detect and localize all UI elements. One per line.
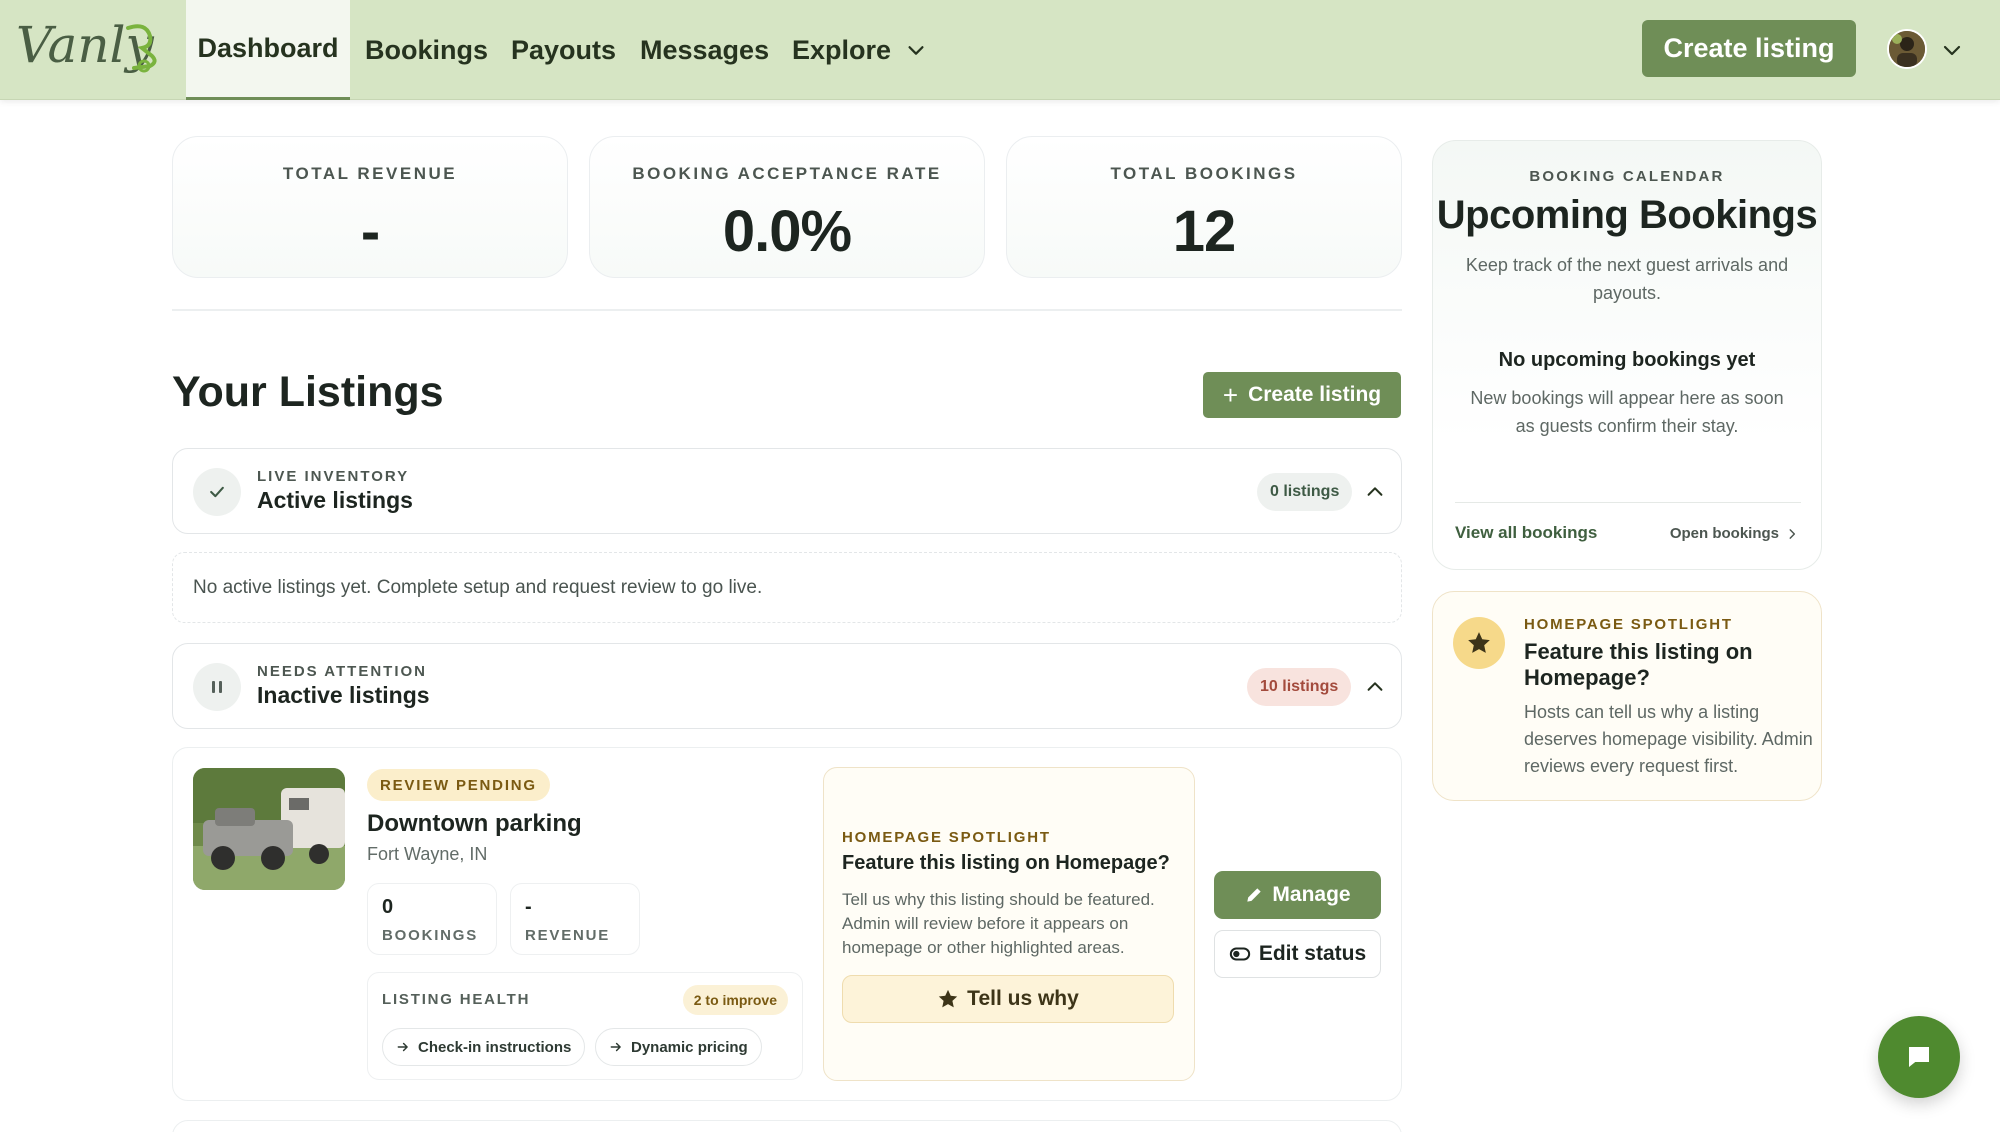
tell-us-why-button[interactable]: Tell us why — [842, 975, 1174, 1023]
tell-us-why-label: Tell us why — [967, 987, 1079, 1010]
top-navigation-bar: Vanly Dashboard Bookings Payouts Message… — [0, 0, 2000, 100]
revenue-value: - — [525, 896, 532, 918]
revenue-label: REVENUE — [525, 927, 611, 944]
nav-bookings-label: Bookings — [365, 34, 489, 65]
nav-explore-dropdown[interactable]: Explore — [792, 0, 927, 100]
calendar-divider — [1455, 502, 1801, 503]
spotlight-description: Hosts can tell us why a listing deserves… — [1524, 702, 1813, 776]
open-bookings-label: Open bookings — [1669, 525, 1779, 542]
review-pending-badge: REVIEW PENDING — [367, 769, 550, 801]
nav-bookings[interactable]: Bookings — [365, 0, 488, 100]
create-listing-label: Create listing — [1248, 383, 1382, 406]
listing-title[interactable]: Downtown parking — [367, 810, 582, 838]
stat-label: BOOKING ACCEPTANCE RATE — [632, 164, 942, 183]
chevron-down-icon — [908, 46, 924, 55]
no-bookings-title: No upcoming bookings yet — [1498, 349, 1756, 371]
manage-label: Manage — [1272, 883, 1351, 906]
plus-icon: + — [1222, 380, 1239, 410]
listing-health-panel: LISTING HEALTH 2 to improve Check-in ins… — [367, 972, 803, 1080]
view-all-bookings-link[interactable]: View all bookings — [1455, 523, 1597, 543]
listing-card: REVIEW PENDING Downtown parking Fort Way… — [172, 747, 1402, 1101]
group-kicker: LIVE INVENTORY — [257, 468, 410, 485]
create-listing-header-button[interactable]: Create listing — [1642, 20, 1856, 77]
next-listing-card-edge — [172, 1120, 1402, 1132]
listing-health-label: LISTING HEALTH — [382, 991, 531, 1008]
spotlight-kicker: HOMEPAGE SPOTLIGHT — [1524, 616, 1733, 633]
star-icon — [1453, 617, 1505, 669]
stat-label: TOTAL BOOKINGS — [1110, 164, 1298, 183]
chevron-up-icon[interactable] — [1364, 481, 1386, 503]
bookings-metric: 0 BOOKINGS — [367, 883, 497, 955]
stat-card-total-bookings: TOTAL BOOKINGS 12 — [1006, 136, 1402, 278]
spotlight-title: Feature this listing on Homepage? — [842, 852, 1170, 874]
stat-value: 0.0% — [722, 199, 852, 264]
homepage-spotlight-card: HOMEPAGE SPOTLIGHT Feature this listing … — [823, 767, 1195, 1081]
pencil-icon — [1247, 888, 1262, 902]
nav-payouts[interactable]: Payouts — [511, 0, 616, 100]
active-listings-group[interactable]: LIVE INVENTORY Active listings 0 listing… — [172, 448, 1402, 534]
no-bookings-description: New bookings will appear here as soon as… — [1470, 388, 1784, 436]
homepage-spotlight-sidebar-card: HOMEPAGE SPOTLIGHT Feature this listing … — [1432, 591, 1822, 801]
star-icon — [939, 989, 958, 1008]
create-listing-header-label: Create listing — [1663, 33, 1835, 63]
stat-card-acceptance-rate: BOOKING ACCEPTANCE RATE 0.0% — [589, 136, 985, 278]
toggle-icon — [1229, 947, 1250, 961]
nav-explore-label: Explore — [792, 34, 892, 65]
account-chevron-down-icon[interactable] — [1940, 38, 1964, 62]
user-avatar[interactable] — [1887, 29, 1927, 69]
stat-card-total-revenue: TOTAL REVENUE - — [172, 136, 568, 278]
listing-count-badge: 10 listings — [1247, 668, 1352, 706]
open-bookings-link[interactable]: Open bookings — [1670, 525, 1799, 542]
check-icon — [193, 468, 241, 516]
vanly-logo[interactable]: Vanly — [16, 14, 176, 84]
listing-count-badge: 0 listings — [1257, 473, 1353, 511]
manage-button[interactable]: Manage — [1214, 871, 1381, 919]
section-divider — [172, 309, 1402, 311]
chat-support-button[interactable] — [1878, 1016, 1960, 1098]
improve-count-badge: 2 to improve — [682, 985, 788, 1015]
improvement-chip-check-in[interactable]: Check-in instructions — [382, 1028, 586, 1066]
upcoming-bookings-card: BOOKING CALENDAR Upcoming Bookings Keep … — [1432, 140, 1822, 570]
improvement-label: Check-in instructions — [418, 1038, 572, 1056]
nav-messages[interactable]: Messages — [640, 0, 769, 100]
spotlight-title: Feature this listing on Homepage? — [1524, 639, 1753, 690]
arrow-right-icon — [397, 1042, 408, 1052]
spotlight-description: Tell us why this listing should be featu… — [842, 890, 1155, 957]
chevron-up-icon[interactable] — [1364, 676, 1386, 698]
nav-dashboard[interactable]: Dashboard — [186, 0, 350, 100]
nav-dashboard-label: Dashboard — [197, 33, 339, 63]
stat-value: - — [360, 199, 380, 264]
edit-status-label: Edit status — [1258, 942, 1367, 965]
chat-icon — [1909, 1047, 1929, 1067]
revenue-metric: - REVENUE — [510, 883, 640, 955]
nav-messages-label: Messages — [640, 34, 770, 65]
bookings-value: 0 — [382, 896, 394, 918]
inactive-listings-group[interactable]: NEEDS ATTENTION Inactive listings 10 lis… — [172, 643, 1402, 729]
calendar-kicker: BOOKING CALENDAR — [1529, 168, 1725, 185]
listing-location: Fort Wayne, IN — [367, 844, 488, 864]
bookings-label: BOOKINGS — [382, 927, 479, 944]
chevron-right-icon — [1789, 528, 1796, 539]
spotlight-kicker: HOMEPAGE SPOTLIGHT — [842, 829, 1051, 846]
your-listings-title: Your Listings — [172, 368, 444, 416]
group-title: Active listings — [257, 487, 413, 513]
stat-label: TOTAL REVENUE — [282, 164, 458, 183]
create-listing-button[interactable]: + Create listing — [1203, 372, 1401, 418]
edit-status-button[interactable]: Edit status — [1214, 930, 1381, 978]
nav-payouts-label: Payouts — [511, 34, 617, 65]
calendar-title: Upcoming Bookings — [1436, 193, 1818, 237]
no-active-listings-message: No active listings yet. Complete setup a… — [172, 552, 1402, 623]
pause-icon — [193, 663, 241, 711]
stat-value: 12 — [1172, 199, 1237, 264]
listing-photo[interactable] — [193, 768, 345, 890]
group-kicker: NEEDS ATTENTION — [257, 663, 428, 680]
improvement-chip-dynamic-pricing[interactable]: Dynamic pricing — [595, 1028, 762, 1066]
group-title: Inactive listings — [257, 682, 430, 708]
calendar-subtitle: Keep track of the next guest arrivals an… — [1465, 255, 1789, 303]
improvement-label: Dynamic pricing — [631, 1038, 748, 1056]
arrow-right-icon — [610, 1042, 621, 1052]
